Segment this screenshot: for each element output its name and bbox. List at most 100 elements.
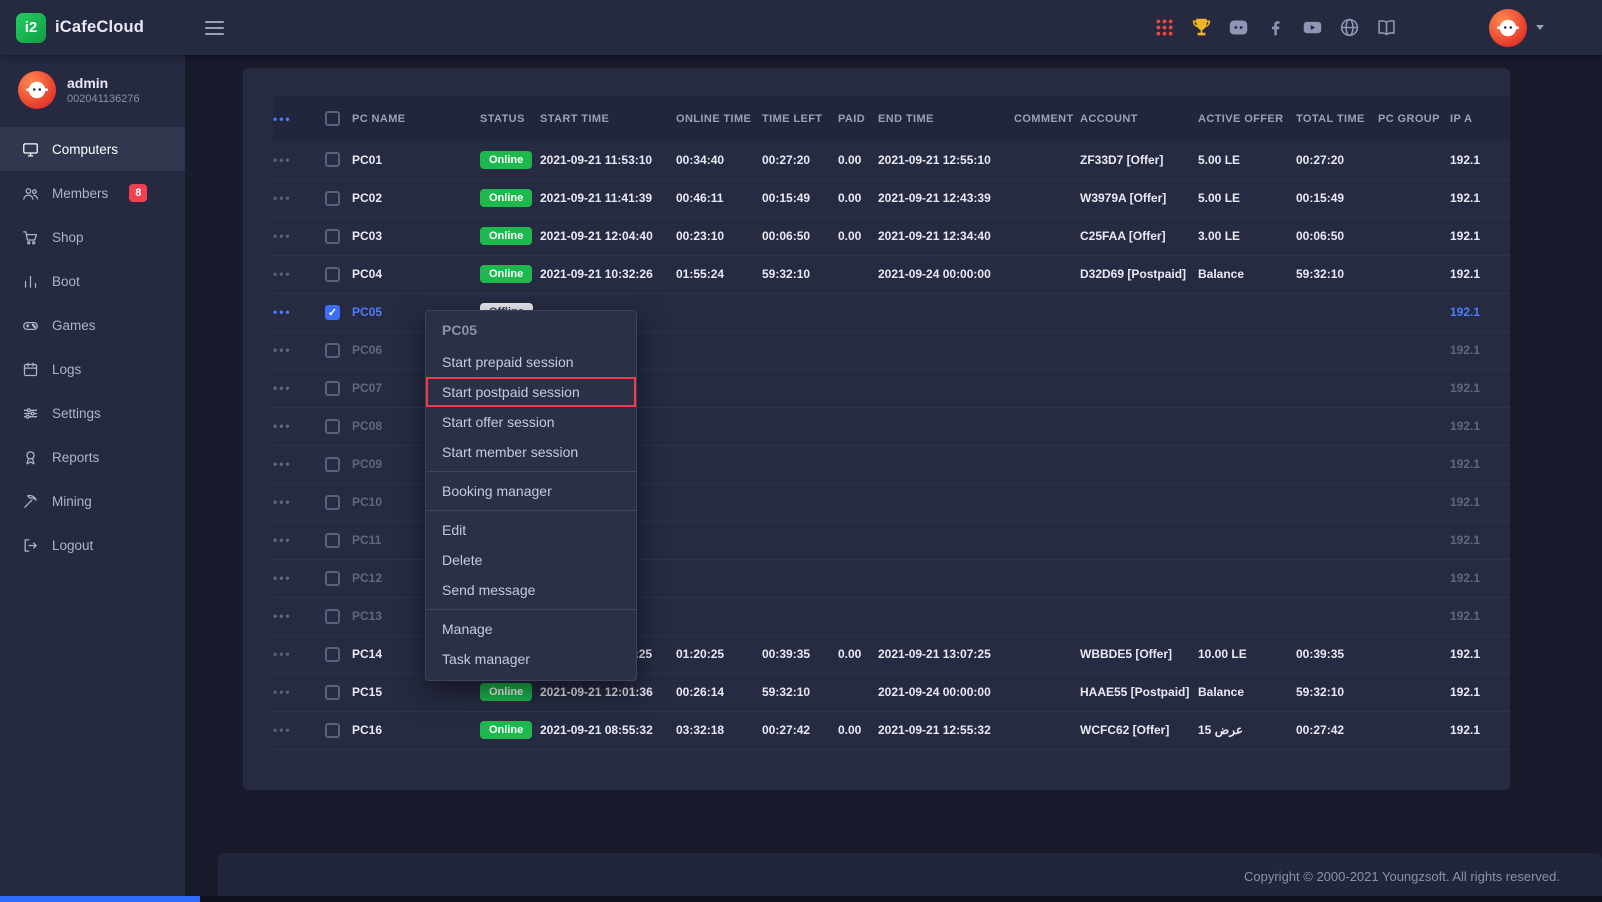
row-actions-dots[interactable]: ••• [273, 559, 325, 597]
cell-online_time [676, 369, 762, 407]
row-checkbox[interactable] [325, 609, 340, 624]
row-checkbox[interactable] [325, 191, 340, 206]
row-checkbox[interactable] [325, 267, 340, 282]
row-actions-dots[interactable]: ••• [273, 597, 325, 635]
row-checkbox[interactable] [325, 723, 340, 738]
row-checkbox[interactable] [325, 571, 340, 586]
row-actions-dots[interactable]: ••• [273, 635, 325, 673]
cell-total: 59:32:10 [1296, 255, 1378, 293]
menu-item-edit[interactable]: Edit [426, 515, 636, 545]
pc-name: PC03 [352, 217, 480, 255]
cell-group [1378, 369, 1450, 407]
copyright-text: Copyright © 2000-2021 Youngzsoft. All ri… [1244, 869, 1560, 884]
row-actions-dots[interactable]: ••• [273, 293, 325, 331]
menu-item-start-postpaid-session[interactable]: Start postpaid session [426, 377, 636, 407]
row-checkbox[interactable] [325, 495, 340, 510]
col-header-online-time[interactable]: ONLINE TIME [676, 96, 762, 141]
globe-icon[interactable] [1338, 17, 1360, 39]
row-checkbox[interactable] [325, 381, 340, 396]
row-actions-dots[interactable]: ••• [273, 445, 325, 483]
row-actions-dots[interactable]: ••• [273, 711, 325, 749]
menu-item-booking-manager[interactable]: Booking manager [426, 476, 636, 506]
col-header-total-time[interactable]: TOTAL TIME [1296, 96, 1378, 141]
row-checkbox[interactable] [325, 343, 340, 358]
user-menu[interactable] [1489, 9, 1544, 47]
cell-ip: 192.1 [1450, 217, 1510, 255]
row-actions-dots[interactable]: ••• [273, 255, 325, 293]
menu-item-manage[interactable]: Manage [426, 614, 636, 644]
pc-row-pc02[interactable]: •••PC02Online2021-09-21 11:41:3900:46:11… [273, 179, 1510, 217]
cell-time_left: 00:39:35 [762, 635, 838, 673]
sidebar-item-mining[interactable]: Mining [0, 479, 185, 523]
cell-online_time: 00:46:11 [676, 179, 762, 217]
sidebar-item-computers[interactable]: Computers [0, 127, 185, 171]
sidebar-item-shop[interactable]: Shop [0, 215, 185, 259]
sidebar-item-boot[interactable]: Boot [0, 259, 185, 303]
sidebar-item-reports[interactable]: Reports [0, 435, 185, 479]
pc-row-pc04[interactable]: •••PC04Online2021-09-21 10:32:2601:55:24… [273, 255, 1510, 293]
status-cell: Online [480, 141, 540, 179]
menu-item-task-manager[interactable]: Task manager [426, 644, 636, 674]
sidebar-item-logs[interactable]: Logs [0, 347, 185, 391]
col-header-pc-group[interactable]: PC GROUP [1378, 96, 1450, 141]
menu-item-delete[interactable]: Delete [426, 545, 636, 575]
row-checkbox[interactable] [325, 457, 340, 472]
sidebar-item-settings[interactable]: Settings [0, 391, 185, 435]
col-header-time-left[interactable]: TIME LEFT [762, 96, 838, 141]
row-checkbox[interactable]: ✓ [325, 305, 340, 320]
row-checkbox[interactable] [325, 533, 340, 548]
cell-end: 2021-09-21 12:34:40 [878, 217, 1014, 255]
row-checkbox[interactable] [325, 229, 340, 244]
cell-ip: 192.1 [1450, 483, 1510, 521]
menu-item-start-offer-session[interactable]: Start offer session [426, 407, 636, 437]
menu-item-start-member-session[interactable]: Start member session [426, 437, 636, 467]
facebook-icon[interactable] [1264, 17, 1286, 39]
pc-row-pc03[interactable]: •••PC03Online2021-09-21 12:04:4000:23:10… [273, 217, 1510, 255]
cell-online_time: 00:34:40 [676, 141, 762, 179]
row-actions-dots[interactable]: ••• [273, 369, 325, 407]
col-header-end-time[interactable]: END TIME [878, 96, 1014, 141]
row-actions-dots[interactable]: ••• [273, 407, 325, 445]
hamburger-menu-icon[interactable] [205, 17, 224, 39]
col-header-ip-a[interactable]: IP A [1450, 96, 1510, 141]
row-actions-dots[interactable]: ••• [273, 673, 325, 711]
row-checkbox[interactable] [325, 647, 340, 662]
trophy-icon[interactable] [1190, 17, 1212, 39]
col-header-paid[interactable]: PAID [838, 96, 878, 141]
col-header-active-offer[interactable]: ACTIVE OFFER [1198, 96, 1296, 141]
row-actions-dots[interactable]: ••• [273, 521, 325, 559]
discord-icon[interactable] [1227, 17, 1249, 39]
sidebar-user-block[interactable]: admin 002041136276 [0, 55, 185, 127]
col-header-status[interactable]: STATUS [480, 96, 540, 141]
menu-item-send-message[interactable]: Send message [426, 575, 636, 605]
menu-item-start-prepaid-session[interactable]: Start prepaid session [426, 347, 636, 377]
cell-ip: 192.1 [1450, 179, 1510, 217]
sidebar-item-members[interactable]: Members8 [0, 171, 185, 215]
col-header-comment[interactable]: COMMENT [1014, 96, 1080, 141]
col-header-start-time[interactable]: START TIME [540, 96, 676, 141]
docs-book-icon[interactable] [1375, 17, 1397, 39]
sidebar-item-games[interactable]: Games [0, 303, 185, 347]
col-header-account[interactable]: ACCOUNT [1080, 96, 1198, 141]
pc-row-pc16[interactable]: •••PC16Online2021-09-21 08:55:3203:32:18… [273, 711, 1510, 749]
sidebar-item-logout[interactable]: Logout [0, 523, 185, 567]
cell-ip: 192.1 [1450, 369, 1510, 407]
row-actions-dots[interactable]: ••• [273, 217, 325, 255]
cell-total [1296, 445, 1378, 483]
brand[interactable]: i2 iCafeCloud [0, 13, 185, 43]
menu-group: Booking manager [426, 472, 636, 510]
row-actions-dots[interactable]: ••• [273, 483, 325, 521]
apps-grid-icon[interactable] [1153, 17, 1175, 39]
col-header-pc-name[interactable]: PC NAME [352, 96, 480, 141]
youtube-icon[interactable] [1301, 17, 1323, 39]
row-checkbox[interactable] [325, 685, 340, 700]
cell-end: 2021-09-21 12:55:10 [878, 141, 1014, 179]
row-actions-dots[interactable]: ••• [273, 331, 325, 369]
pc-row-pc01[interactable]: •••PC01Online2021-09-21 11:53:1000:34:40… [273, 141, 1510, 179]
select-all-checkbox[interactable] [325, 111, 340, 126]
row-actions-dots[interactable]: ••• [273, 179, 325, 217]
row-checkbox[interactable] [325, 419, 340, 434]
row-checkbox[interactable] [325, 152, 340, 167]
row-actions-dots[interactable]: ••• [273, 141, 325, 179]
header-actions-dots[interactable]: ••• [273, 96, 325, 141]
